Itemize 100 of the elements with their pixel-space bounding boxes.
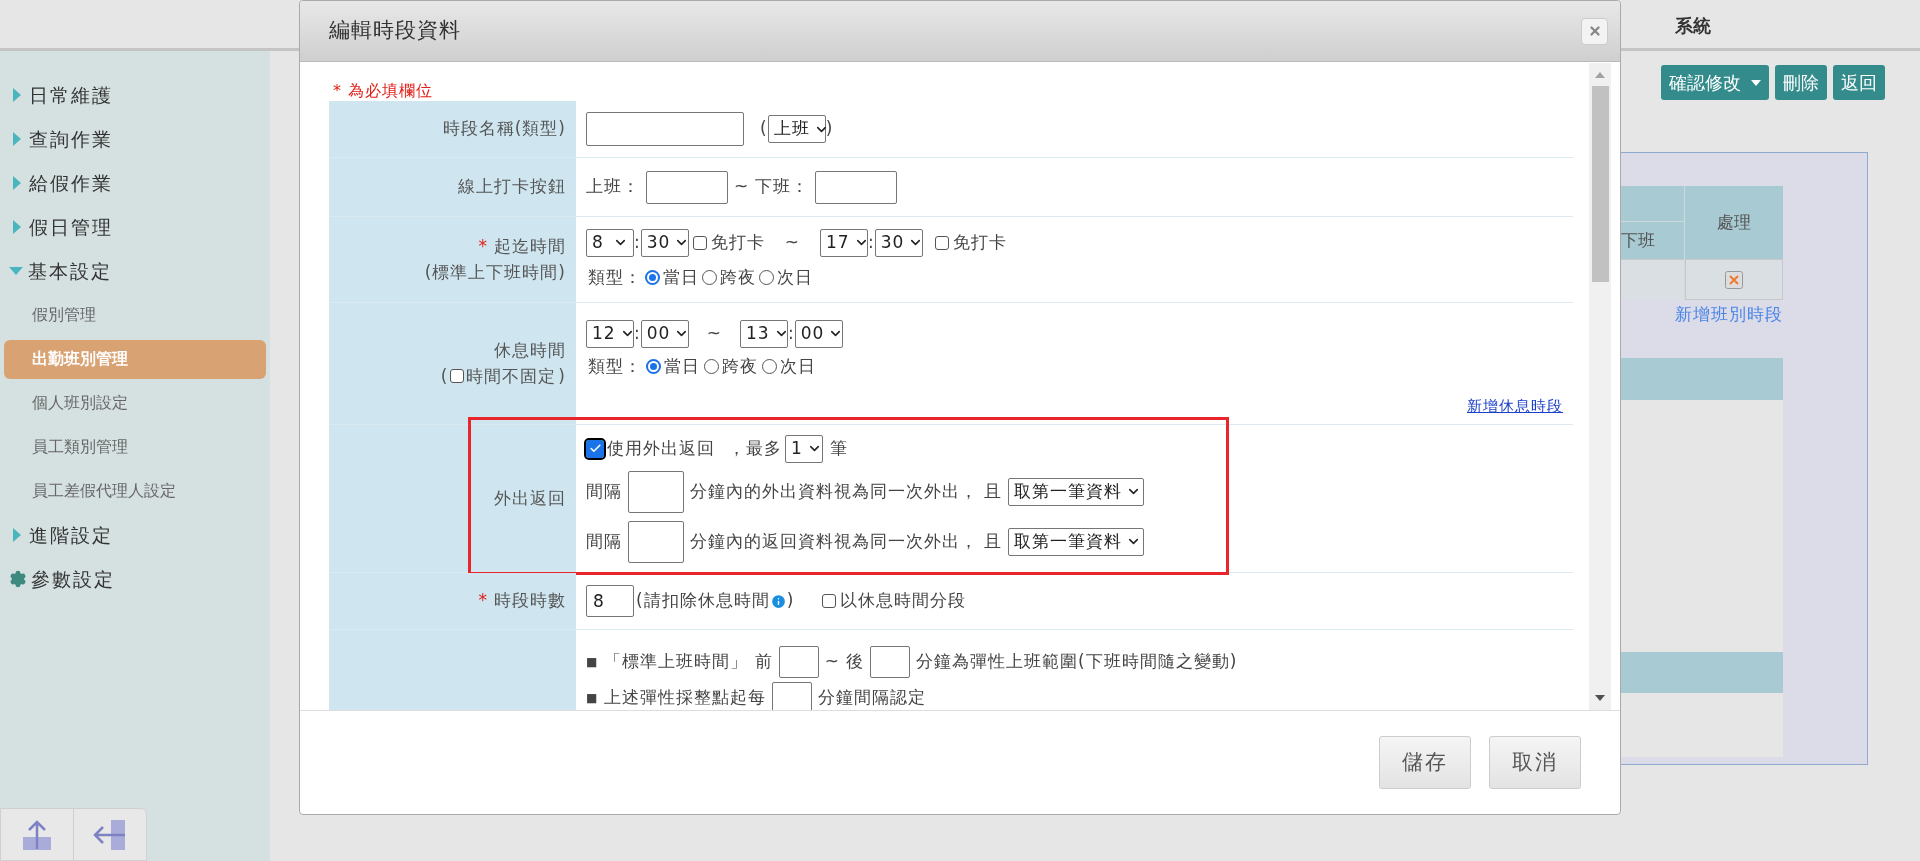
sidebar-item[interactable]: 查詢作業: [0, 117, 270, 161]
rule-text: 後: [846, 650, 864, 674]
minute-select[interactable]: 00: [640, 319, 689, 348]
hour-select[interactable]: 13: [740, 319, 788, 348]
radio-button[interactable]: [759, 270, 774, 285]
checkbox[interactable]: [934, 235, 949, 250]
field-label: 間隔: [586, 479, 622, 503]
sidebar-subitem[interactable]: 假別管理: [4, 295, 266, 335]
required-mark: *: [478, 235, 488, 258]
dialog-title: 編輯時段資料: [329, 17, 461, 45]
caret-right-icon: [13, 88, 21, 102]
radio-button[interactable]: [645, 270, 660, 285]
field-label: 外出返回: [494, 486, 566, 510]
checkbox[interactable]: [450, 369, 465, 384]
checkbox[interactable]: [822, 594, 837, 608]
count-select[interactable]: 1: [785, 434, 823, 463]
text-input[interactable]: [815, 170, 898, 204]
dialog-button[interactable]: 儲存: [1379, 736, 1471, 789]
rule-text: 分鐘內的返回資料視為同一次外出， 且: [690, 529, 1003, 553]
settings-icon: [9, 570, 27, 588]
field-label: 起迄時間: [494, 235, 566, 258]
separator: ~: [706, 321, 722, 345]
check-icon: [588, 442, 602, 455]
sidebar-item[interactable]: 給假作業: [0, 161, 270, 205]
text-input[interactable]: [772, 682, 813, 710]
field-label: 時段名稱(類型): [442, 117, 566, 141]
toolbar-button[interactable]: 刪除: [1775, 65, 1827, 100]
unit-label: 筆: [830, 436, 848, 460]
scroll-down-icon[interactable]: [1595, 695, 1605, 701]
add-break-link[interactable]: 新增休息時段: [1467, 395, 1563, 418]
field-label: ，最多: [728, 436, 782, 460]
radio-button[interactable]: [704, 358, 719, 374]
text-input[interactable]: [646, 170, 728, 204]
rule-select[interactable]: 取第一筆資料: [1008, 527, 1145, 556]
radio-label: 當日: [664, 354, 700, 378]
checkbox-label: 免打卡: [952, 231, 1007, 254]
field-label: 線上打卡按鈕: [458, 175, 566, 199]
caret-right-icon: [13, 528, 21, 542]
radio-label: 跨夜: [722, 354, 758, 378]
bracket: (: [440, 364, 449, 388]
minute-select[interactable]: 30: [874, 228, 923, 257]
sidebar-subitem[interactable]: 員工差假代理人設定: [4, 471, 266, 511]
text-input[interactable]: [628, 470, 684, 513]
text-input[interactable]: [628, 520, 684, 563]
radio-label: 跨夜: [720, 265, 756, 289]
field-label: 類型：: [588, 265, 642, 289]
sidebar-subitem[interactable]: 個人班別設定: [4, 383, 266, 423]
required-mark: *: [478, 589, 488, 613]
bracket: ): [786, 589, 795, 613]
text-input[interactable]: [870, 646, 910, 678]
sidebar-item[interactable]: 進階設定: [0, 513, 270, 557]
close-icon: [1587, 24, 1602, 38]
bullet: ■: [586, 690, 599, 707]
time-colon: :: [634, 231, 641, 254]
radio-label: 當日: [663, 265, 699, 289]
time-colon: :: [868, 231, 875, 254]
sidebar-item[interactable]: 假日管理: [0, 205, 270, 249]
radio-button[interactable]: [646, 358, 661, 374]
close-button[interactable]: [1581, 17, 1608, 45]
separator: ~: [734, 175, 750, 199]
checkbox-label: 免打卡: [710, 231, 765, 254]
radio-button[interactable]: [702, 270, 717, 285]
checkbox-label: 使用外出返回: [607, 436, 715, 460]
rule-select[interactable]: 取第一筆資料: [1008, 477, 1145, 506]
field-sublabel: (標準上下班時間): [424, 260, 566, 284]
rule-text: 分鐘間隔認定: [818, 686, 927, 710]
minute-select[interactable]: 00: [794, 319, 843, 348]
field-label: 時段時數: [494, 589, 566, 613]
scrollbar-thumb[interactable]: [1591, 86, 1609, 282]
minute-select[interactable]: 30: [640, 228, 689, 257]
hour-select[interactable]: 8: [586, 228, 634, 257]
toolbar-button[interactable]: 返回: [1833, 65, 1885, 100]
confirm-dropdown-button[interactable]: 確認修改: [1661, 65, 1769, 100]
separator: ~: [784, 231, 800, 254]
table-header-cell: 下班: [1621, 222, 1684, 259]
field-label: 下班：: [755, 175, 810, 199]
text-input[interactable]: 8: [586, 585, 634, 617]
checkbox[interactable]: [692, 235, 707, 250]
rule-text: 分鐘為彈性上班範圍(下班時間隨之變動): [916, 650, 1238, 674]
text-input[interactable]: [778, 646, 819, 678]
rule-text: 分鐘內的外出資料視為同一次外出， 且: [690, 479, 1003, 503]
hour-select[interactable]: 17: [820, 228, 868, 257]
hour-select[interactable]: 12: [586, 319, 634, 348]
checkbox[interactable]: [586, 439, 604, 458]
dialog-button[interactable]: 取消: [1489, 736, 1581, 789]
note-text: (請扣除休息時間: [636, 589, 770, 613]
rule-text: 「標準上班時間」 前: [604, 650, 773, 674]
bracket: ): [825, 117, 834, 141]
radio-button[interactable]: [762, 358, 777, 374]
bracket: ): [558, 364, 566, 388]
text-input[interactable]: [586, 112, 744, 146]
sidebar-item[interactable]: 參數設定: [0, 557, 270, 601]
type-select[interactable]: 上班: [767, 115, 826, 143]
field-label: 上班：: [586, 175, 640, 199]
table-header-cell: 處理: [1685, 186, 1783, 259]
sidebar-item[interactable]: 日常維護: [0, 73, 270, 117]
radio-label: 次日: [777, 265, 813, 289]
sidebar-subitem[interactable]: 員工類別管理: [4, 427, 266, 467]
sidebar-item[interactable]: 基本設定: [0, 249, 270, 293]
info-icon[interactable]: [769, 592, 787, 610]
